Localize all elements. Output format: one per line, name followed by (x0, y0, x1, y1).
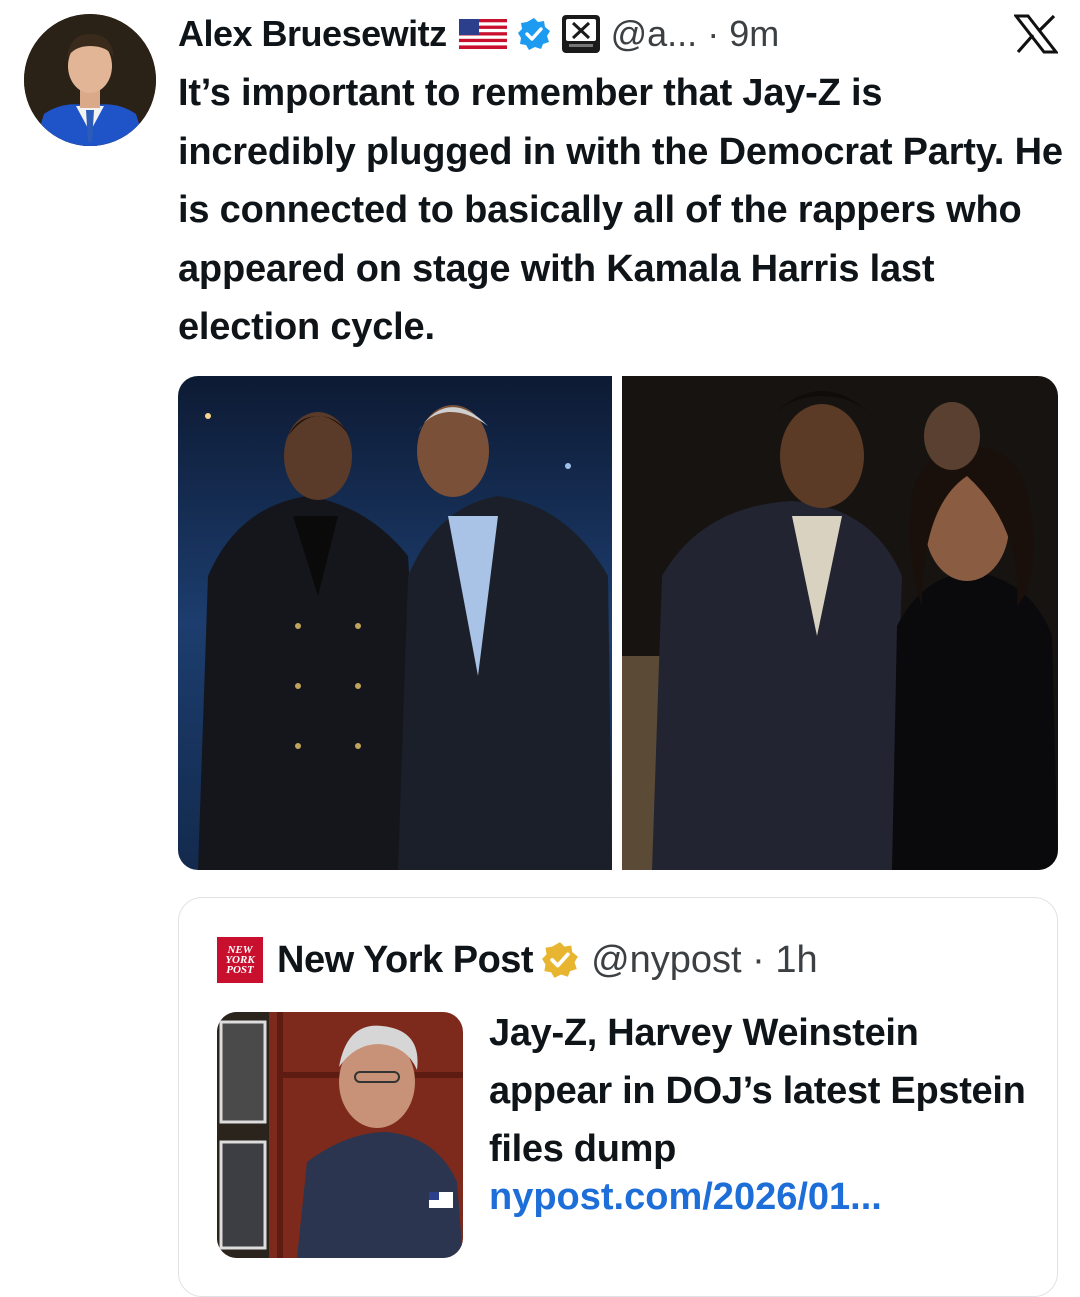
affiliate-badge-icon[interactable] (561, 14, 601, 54)
quote-separator-dot: · (741, 938, 776, 981)
tweet-photo-2[interactable] (622, 376, 1058, 870)
tweet-text: It’s important to remember that Jay-Z is… (178, 72, 1063, 349)
nypost-logo-icon: NEW YORK POST (217, 937, 263, 983)
nypost-logo-line-3: POST (226, 964, 254, 976)
quote-handle[interactable]: @nypost · 1h (591, 939, 818, 982)
photo-2-image (622, 376, 1058, 870)
quote-thumbnail-image (217, 1012, 463, 1258)
quote-source-name[interactable]: New York Post (277, 939, 534, 982)
us-flag-icon (458, 19, 507, 49)
quote-thumbnail[interactable] (217, 1012, 463, 1258)
photo-1-image (178, 376, 612, 870)
quote-headline[interactable]: Jay-Z, Harvey Weinstein appear in DOJ’s … (489, 1004, 1049, 1178)
tweet-time: 9m (729, 13, 780, 54)
x-logo-icon (1012, 14, 1060, 54)
quote-link[interactable]: nypost.com/2026/01... (489, 1176, 882, 1219)
quote-card[interactable]: NEW YORK POST New York Post @nypost · 1h (178, 897, 1058, 1297)
author-handle[interactable]: @a... · 9m (611, 13, 780, 55)
avatar-image (24, 14, 156, 146)
quote-header: NEW YORK POST New York Post @nypost · 1h (217, 934, 818, 986)
author-name[interactable]: Alex Bruesewitz (178, 13, 447, 55)
quote-time: 1h (775, 938, 818, 981)
gold-verified-badge-icon[interactable] (541, 941, 579, 979)
tweet-photo-1[interactable] (178, 376, 612, 870)
separator-dot: · (697, 13, 730, 54)
author-avatar[interactable] (24, 14, 156, 146)
tweet-header: Alex Bruesewitz @a... · 9m (178, 8, 779, 60)
verified-badge-icon[interactable] (517, 17, 551, 51)
